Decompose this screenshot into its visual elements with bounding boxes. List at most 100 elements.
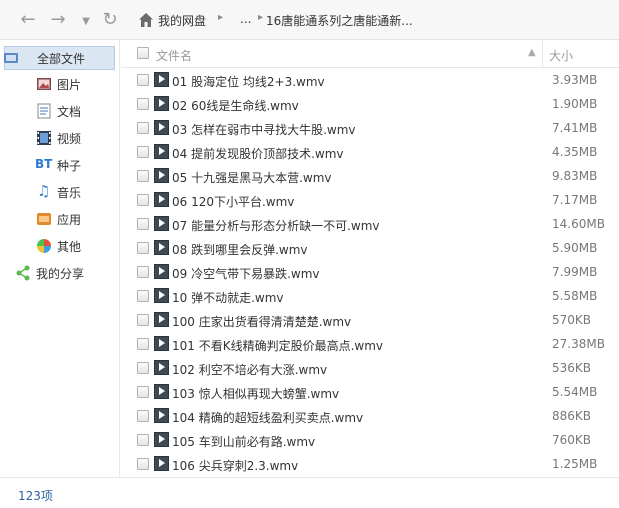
breadcrumb-item-ellipsis[interactable]: ... bbox=[240, 12, 251, 26]
video-file-icon bbox=[154, 384, 169, 399]
sidebar-item-torrents[interactable]: BT 种子 bbox=[0, 153, 119, 177]
file-size: 5.58MB bbox=[552, 289, 598, 303]
file-list-header: 文件名 ▲ 大小 bbox=[121, 40, 619, 68]
navigation-bar: ← → ▼ ↻ 我的网盘 ▸ ... ▸ 16唐能通系列之唐能通新... bbox=[0, 0, 619, 40]
video-file-icon bbox=[154, 312, 169, 327]
file-name[interactable]: 04 提前发现股价顶部技术.wmv bbox=[172, 145, 344, 162]
breadcrumb-item-root[interactable]: 我的网盘 bbox=[158, 12, 206, 29]
home-icon[interactable] bbox=[138, 12, 154, 28]
file-size: 7.17MB bbox=[552, 193, 598, 207]
row-checkbox[interactable] bbox=[137, 98, 149, 110]
file-size: 5.90MB bbox=[552, 241, 598, 255]
sidebar-item-other[interactable]: 其他 bbox=[0, 234, 119, 258]
file-name[interactable]: 08 跌到哪里会反弹.wmv bbox=[172, 241, 308, 258]
column-header-filename[interactable]: 文件名 bbox=[156, 47, 192, 64]
select-all-checkbox[interactable] bbox=[137, 47, 149, 59]
breadcrumb-item-current[interactable]: 16唐能通系列之唐能通新... bbox=[266, 12, 413, 29]
item-count: 123项 bbox=[18, 489, 53, 503]
row-checkbox[interactable] bbox=[137, 74, 149, 86]
file-name[interactable]: 03 怎样在弱市中寻找大牛股.wmv bbox=[172, 121, 356, 138]
row-checkbox[interactable] bbox=[137, 410, 149, 422]
file-row[interactable]: 03 怎样在弱市中寻找大牛股.wmv 7.41MB bbox=[121, 116, 619, 140]
file-row[interactable]: 05 十九强是黑马大本营.wmv 9.83MB bbox=[121, 164, 619, 188]
sort-asc-icon[interactable]: ▲ bbox=[528, 47, 536, 58]
file-name[interactable]: 09 冷空气带下易暴跌.wmv bbox=[172, 265, 320, 282]
file-size: 4.35MB bbox=[552, 145, 598, 159]
file-row[interactable]: 04 提前发现股价顶部技术.wmv 4.35MB bbox=[121, 140, 619, 164]
sidebar-item-documents[interactable]: 文档 bbox=[0, 99, 119, 123]
row-checkbox[interactable] bbox=[137, 218, 149, 230]
file-row[interactable]: 105 车到山前必有路.wmv 760KB bbox=[121, 428, 619, 452]
row-checkbox[interactable] bbox=[137, 362, 149, 374]
refresh-icon[interactable]: ↻ bbox=[100, 10, 120, 30]
file-row[interactable]: 103 惊人相似再现大螃蟹.wmv 5.54MB bbox=[121, 380, 619, 404]
file-name[interactable]: 104 精确的超短线盈利买卖点.wmv bbox=[172, 409, 363, 426]
file-name[interactable]: 06 120下小平台.wmv bbox=[172, 193, 294, 210]
video-file-icon bbox=[154, 240, 169, 255]
row-checkbox[interactable] bbox=[137, 290, 149, 302]
row-checkbox[interactable] bbox=[137, 170, 149, 182]
row-checkbox[interactable] bbox=[137, 458, 149, 470]
file-name[interactable]: 106 尖兵穿刺2.3.wmv bbox=[172, 457, 298, 474]
sidebar-item-apps[interactable]: 应用 bbox=[0, 207, 119, 231]
music-icon: ♫ bbox=[37, 182, 51, 200]
video-file-icon bbox=[154, 144, 169, 159]
sidebar-item-videos[interactable]: 视频 bbox=[0, 126, 119, 150]
file-name[interactable]: 105 车到山前必有路.wmv bbox=[172, 433, 315, 450]
file-row[interactable]: 101 不看K线精确判定股价最高点.wmv 27.38MB bbox=[121, 332, 619, 356]
video-file-icon bbox=[154, 72, 169, 87]
file-row[interactable]: 104 精确的超短线盈利买卖点.wmv 886KB bbox=[121, 404, 619, 428]
file-size: 1.25MB bbox=[552, 457, 598, 471]
file-name[interactable]: 102 利空不培必有大涨.wmv bbox=[172, 361, 327, 378]
file-row[interactable]: 10 弹不动就走.wmv 5.58MB bbox=[121, 284, 619, 308]
sidebar-item-all-files[interactable]: 全部文件 bbox=[4, 46, 115, 70]
back-arrow-icon[interactable]: ← bbox=[18, 10, 38, 30]
row-checkbox[interactable] bbox=[137, 242, 149, 254]
row-checkbox[interactable] bbox=[137, 122, 149, 134]
video-file-icon bbox=[154, 96, 169, 111]
file-name[interactable]: 101 不看K线精确判定股价最高点.wmv bbox=[172, 337, 383, 354]
sidebar-item-my-share[interactable]: 我的分享 bbox=[0, 261, 119, 285]
file-size: 3.93MB bbox=[552, 73, 598, 87]
file-row[interactable]: 07 能量分析与形态分析缺一不可.wmv 14.60MB bbox=[121, 212, 619, 236]
file-row[interactable]: 102 利空不培必有大涨.wmv 536KB bbox=[121, 356, 619, 380]
row-checkbox[interactable] bbox=[137, 194, 149, 206]
row-checkbox[interactable] bbox=[137, 386, 149, 398]
file-name[interactable]: 02 60线是生命线.wmv bbox=[172, 97, 299, 114]
row-checkbox[interactable] bbox=[137, 314, 149, 326]
file-row[interactable]: 100 庄家出货看得清清楚楚.wmv 570KB bbox=[121, 308, 619, 332]
file-row[interactable]: 09 冷空气带下易暴跌.wmv 7.99MB bbox=[121, 260, 619, 284]
file-name[interactable]: 103 惊人相似再现大螃蟹.wmv bbox=[172, 385, 339, 402]
file-name[interactable]: 10 弹不动就走.wmv bbox=[172, 289, 284, 306]
file-row[interactable]: 06 120下小平台.wmv 7.17MB bbox=[121, 188, 619, 212]
file-row[interactable]: 01 股海定位 均线2+3.wmv 3.93MB bbox=[121, 68, 619, 92]
file-size: 7.41MB bbox=[552, 121, 598, 135]
video-file-icon bbox=[154, 120, 169, 135]
sidebar-item-music[interactable]: ♫ 音乐 bbox=[0, 180, 119, 204]
sidebar: 全部文件 图片 文档 视频 BT 种子 ♫ 音乐 应用 其他 我的分享 bbox=[0, 40, 120, 477]
sidebar-item-images[interactable]: 图片 bbox=[0, 72, 119, 96]
history-dropdown-icon[interactable]: ▼ bbox=[76, 12, 96, 32]
row-checkbox[interactable] bbox=[137, 266, 149, 278]
video-file-icon bbox=[154, 432, 169, 447]
breadcrumb-separator-icon: ▸ bbox=[218, 12, 224, 23]
row-checkbox[interactable] bbox=[137, 146, 149, 158]
file-row[interactable]: 02 60线是生命线.wmv 1.90MB bbox=[121, 92, 619, 116]
forward-arrow-icon[interactable]: → bbox=[48, 10, 68, 30]
breadcrumb: 我的网盘 ▸ ... ▸ 16唐能通系列之唐能通新... bbox=[132, 8, 619, 32]
file-name[interactable]: 05 十九强是黑马大本营.wmv bbox=[172, 169, 332, 186]
column-header-size[interactable]: 大小 bbox=[549, 47, 573, 64]
file-name[interactable]: 01 股海定位 均线2+3.wmv bbox=[172, 73, 325, 90]
file-name[interactable]: 07 能量分析与形态分析缺一不可.wmv bbox=[172, 217, 380, 234]
bt-torrent-icon: BT bbox=[35, 157, 53, 171]
video-file-icon bbox=[154, 336, 169, 351]
row-checkbox[interactable] bbox=[137, 338, 149, 350]
file-size: 27.38MB bbox=[552, 337, 605, 351]
video-file-icon bbox=[154, 264, 169, 279]
file-row[interactable]: 106 尖兵穿刺2.3.wmv 1.25MB bbox=[121, 452, 619, 476]
file-size: 536KB bbox=[552, 361, 592, 375]
row-checkbox[interactable] bbox=[137, 434, 149, 446]
file-row[interactable]: 08 跌到哪里会反弹.wmv 5.90MB bbox=[121, 236, 619, 260]
column-divider[interactable] bbox=[542, 40, 543, 68]
file-name[interactable]: 100 庄家出货看得清清楚楚.wmv bbox=[172, 313, 351, 330]
